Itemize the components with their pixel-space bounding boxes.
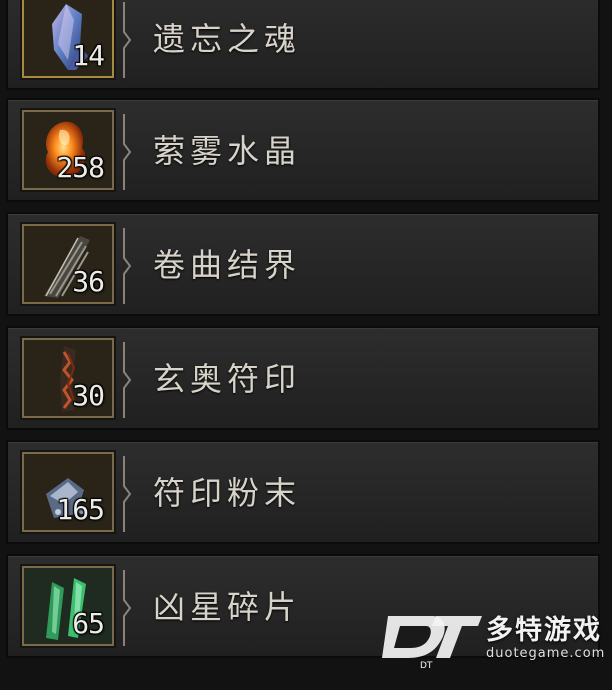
item-name: 卷曲结界 <box>153 246 302 284</box>
chevron-right-icon <box>123 570 132 646</box>
item-slot[interactable]: 30 <box>22 338 114 418</box>
item-count: 65 <box>72 607 105 640</box>
inventory-row-veiled-crystal[interactable]: 258 萦雾水晶 <box>6 98 600 202</box>
site-url: duotegame.com <box>486 646 606 661</box>
item-count: 14 <box>72 39 105 72</box>
inventory-row-abstruse-sigil[interactable]: 30 玄奥符印 <box>6 326 600 430</box>
chevron-right-icon <box>123 342 132 418</box>
site-watermark: DT 多特游戏 duotegame.com <box>380 608 612 690</box>
item-slot[interactable]: 36 <box>22 224 114 304</box>
item-slot[interactable]: 65 <box>22 566 114 646</box>
inventory-row-coiling-ward[interactable]: 36 卷曲结界 <box>6 212 600 316</box>
item-count: 30 <box>72 379 105 412</box>
item-count: 165 <box>56 493 105 526</box>
inventory-row-sigil-powder[interactable]: 165 符印粉末 <box>6 440 600 544</box>
item-slot[interactable]: 165 <box>22 452 114 532</box>
item-slot[interactable]: 14 <box>22 0 114 78</box>
chevron-right-icon <box>123 228 132 304</box>
chevron-right-icon <box>123 2 132 78</box>
chevron-right-icon <box>123 456 132 532</box>
inventory-row-forgotten-soul[interactable]: 14 遗忘之魂 <box>6 0 600 90</box>
duote-logo: DT <box>382 616 482 670</box>
item-slot[interactable]: 258 <box>22 110 114 190</box>
item-name: 符印粉末 <box>153 474 302 512</box>
chevron-right-icon <box>123 114 132 190</box>
item-name: 萦雾水晶 <box>153 132 302 170</box>
item-name: 玄奥符印 <box>153 360 302 398</box>
item-count: 36 <box>72 265 105 298</box>
item-count: 258 <box>56 151 105 184</box>
site-name: 多特游戏 <box>486 615 602 646</box>
item-name: 凶星碎片 <box>153 588 302 626</box>
logo-text: DT <box>420 661 433 670</box>
item-name: 遗忘之魂 <box>153 20 302 58</box>
